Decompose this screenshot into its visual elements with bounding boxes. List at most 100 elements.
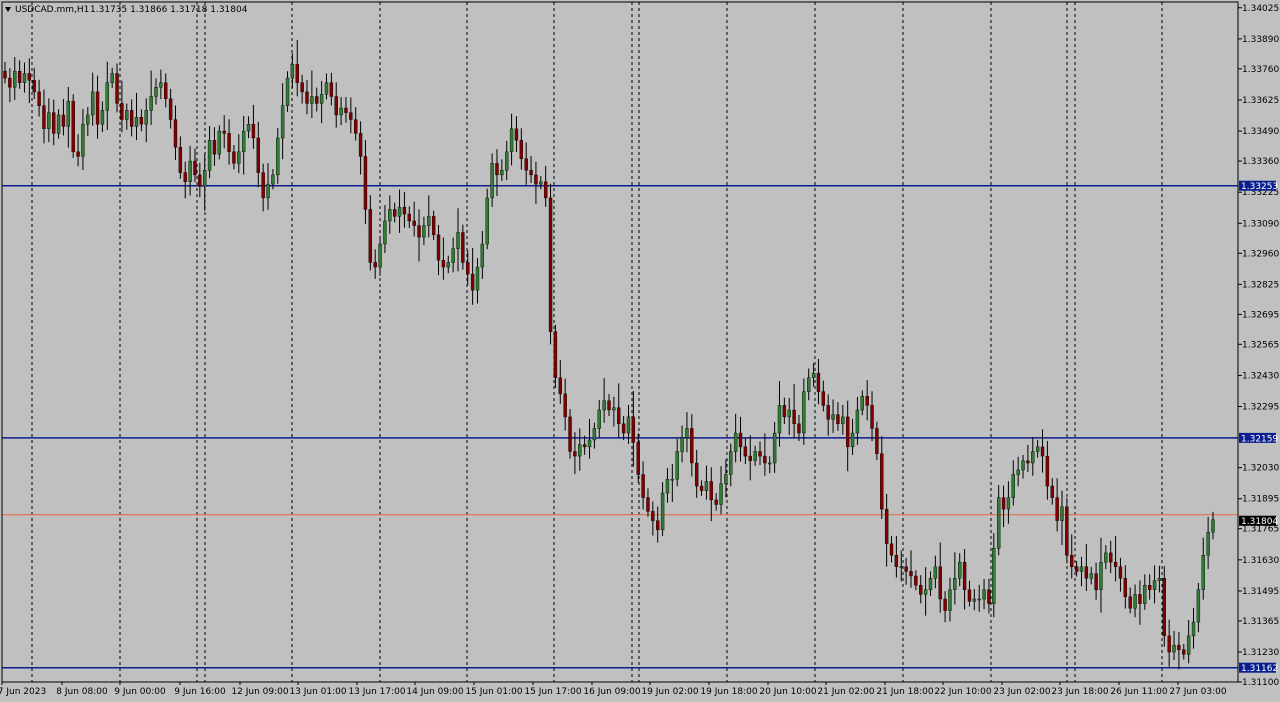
bear-candle-body [358,133,363,157]
bear-candle-body [836,414,840,425]
bear-candle-body [407,213,411,222]
bull-candle-body [729,451,733,475]
x-tick-label: 13 Jun 01:00 [289,687,346,697]
bear-candle-body [198,174,202,187]
bull-candle-body [509,128,514,153]
bear-candle-body [548,197,553,332]
bear-candle-body [368,209,373,263]
y-tick-label: 1.31230 [1242,648,1279,658]
y-tick-label: 1.33625 [1242,96,1279,106]
x-tick-label: 16 Jun 09:00 [583,687,640,697]
x-tick-label: 14 Jun 09:00 [406,687,463,697]
bull-candle-body [319,94,324,104]
bear-candle-body [470,273,475,291]
bear-candle-body [1001,497,1006,510]
bear-candle-body [875,428,879,454]
bull-candle-body [324,82,329,95]
bear-candle-body [558,377,562,395]
bear-candle-body [636,442,640,475]
x-tick-label: 15 Jun 01:00 [465,687,522,697]
bull-candle-body [958,561,962,579]
bear-candle-body [904,566,908,572]
chart-background [0,0,1280,702]
bear-candle-body [61,114,66,127]
bear-candle-body [763,455,767,464]
bull-candle-body [475,266,480,291]
bull-candle-body [237,151,241,164]
bear-candle-body [1167,635,1171,653]
bull-candle-body [246,123,251,132]
bull-candle-body [899,566,903,568]
bull-candle-body [149,96,153,111]
bull-candle-body [948,589,952,611]
bear-candle-body [617,407,621,425]
bull-candle-body [500,170,504,176]
bull-candle-body [47,112,51,129]
bull-candle-body [719,483,723,505]
bull-candle-body [982,589,986,600]
bear-candle-body [699,485,704,491]
bull-candle-body [612,407,616,411]
bid-price-label: 1.31804 [1241,517,1278,527]
bear-candle-body [436,234,441,261]
ohlc-readout: 1.31735 1.31866 1.31718 1.31804 [90,5,248,15]
bull-candle-body [1104,552,1108,563]
bear-candle-body [1123,578,1128,597]
y-tick-label: 1.32825 [1242,280,1279,290]
bear-candle-body [3,70,7,79]
y-tick-label: 1.33490 [1242,127,1279,137]
bear-candle-body [392,209,397,217]
x-tick-label: 21 Jun 18:00 [876,687,933,697]
x-tick-label: 9 Jun 16:00 [174,687,226,697]
bull-candle-body [724,474,728,484]
bear-candle-body [553,331,558,378]
bull-candle-body [422,225,426,238]
bear-candle-body [71,100,75,153]
bear-candle-body [8,77,12,88]
x-tick-label: 19 Jun 18:00 [700,687,757,697]
bull-candle-body [855,409,860,434]
bear-candle-body [845,416,850,448]
bear-candle-body [651,511,655,521]
bear-candle-body [870,405,874,429]
bear-candle-body [797,423,801,434]
bear-candle-body [178,147,183,173]
bull-candle-body [602,400,606,411]
bull-candle-body [680,437,684,452]
bear-candle-body [1138,594,1142,604]
y-tick-label: 1.32960 [1242,249,1279,259]
bear-candle-body [251,123,256,139]
bear-candle-body [173,119,178,148]
bear-candle-body [582,444,587,448]
bull-candle-body [768,462,772,465]
y-tick-label: 1.31365 [1242,617,1279,627]
bear-candle-body [329,82,334,97]
bull-candle-body [485,197,489,245]
bull-candle-body [217,130,222,155]
bear-candle-body [212,140,217,155]
x-tick-label: 26 Jun 11:00 [1110,687,1167,697]
bull-candle-body [110,73,114,83]
bull-candle-body [933,566,938,579]
bull-candle-body [207,140,212,171]
bear-candle-body [889,543,894,556]
bull-candle-body [1035,446,1040,452]
y-tick-label: 1.32565 [1242,340,1279,350]
level-price-label: 1.32159 [1241,434,1278,444]
x-tick-label: 20 Jun 10:00 [759,687,816,697]
x-tick-label: 13 Jun 17:00 [348,687,405,697]
bull-candle-body [1099,561,1103,590]
bear-candle-body [227,133,231,153]
price-chart[interactable]: 1.34025 1.33890 1.33760 1.33625 1.33490 1.333… [0,0,1280,702]
bull-candle-body [626,416,631,434]
bear-candle-body [938,566,942,600]
bear-candle-body [441,259,446,268]
bear-candle-body [305,91,309,104]
bear-candle-body [782,405,787,418]
bull-candle-body [22,73,27,83]
y-tick-label: 1.31895 [1242,495,1279,505]
bear-candle-body [1177,644,1181,650]
bear-candle-body [519,140,524,159]
bull-candle-body [276,137,280,176]
bear-candle-body [631,416,636,443]
